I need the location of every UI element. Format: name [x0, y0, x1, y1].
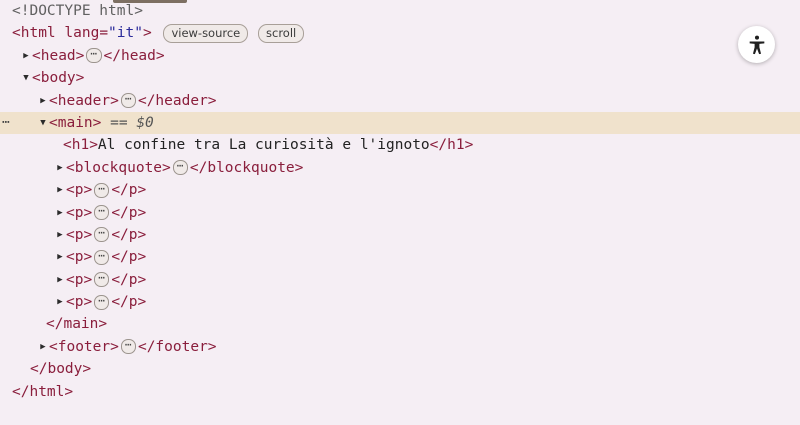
expanded-triangle-icon[interactable]: ▼ [37, 112, 49, 134]
p-open-tag: <p> [66, 182, 93, 199]
collapsed-triangle-icon[interactable]: ▶ [54, 269, 66, 291]
collapsed-triangle-icon[interactable]: ▶ [54, 246, 66, 268]
selection-eq: == [110, 114, 128, 131]
tree-row-html-close[interactable]: </html> [0, 381, 800, 403]
dom-tree: <!DOCTYPE html> <html lang="it"> view-so… [0, 0, 800, 403]
collapsed-triangle-icon[interactable]: ▶ [20, 45, 32, 67]
tree-row-body[interactable]: ▼ <body> [0, 67, 800, 89]
footer-open-tag: <footer> [49, 338, 119, 355]
html-close-tag: </html> [12, 383, 74, 400]
p-ellipsis-button[interactable]: ⋯ [94, 205, 110, 221]
body-open-tag: <body> [32, 70, 85, 87]
view-source-badge[interactable]: view-source [163, 23, 249, 43]
p-ellipsis-button[interactable]: ⋯ [94, 249, 110, 265]
h1-open-tag: <h1> [63, 137, 98, 154]
main-open-tag: <main> [49, 114, 102, 131]
collapsed-triangle-icon[interactable]: ▶ [54, 202, 66, 224]
collapsed-triangle-icon[interactable]: ▶ [54, 179, 66, 201]
head-close-tag: </head> [103, 47, 165, 64]
header-close-tag: </header> [137, 92, 217, 109]
tree-row-p[interactable]: ▶ <p> ⋯ </p> [0, 179, 800, 201]
tree-row-blockquote[interactable]: ▶ <blockquote> ⋯ </blockquote> [0, 157, 800, 179]
row-gutter-dots[interactable]: ⋯ [2, 112, 10, 134]
tree-row-h1[interactable]: <h1>Al confine tra La curiosità e l'igno… [0, 134, 800, 156]
tree-row-doctype[interactable]: <!DOCTYPE html> [0, 0, 800, 22]
p-open-tag: <p> [66, 226, 93, 243]
html-lang-value: "it" [108, 25, 143, 42]
html-lang-attr: lang [64, 25, 100, 42]
accessibility-icon [749, 35, 764, 54]
head-open-tag: <head> [32, 47, 85, 64]
footer-ellipsis-button[interactable]: ⋯ [120, 339, 136, 355]
scroll-badge[interactable]: scroll [258, 23, 305, 43]
p-close-tag: </p> [111, 226, 147, 243]
head-ellipsis-button[interactable]: ⋯ [86, 48, 102, 64]
tree-row-p[interactable]: ▶ <p> ⋯ </p> [0, 246, 800, 268]
p-ellipsis-button[interactable]: ⋯ [94, 182, 110, 198]
p-open-tag: <p> [66, 204, 93, 221]
tree-row-main-close[interactable]: </main> [0, 313, 800, 335]
h1-close-tag: </h1> [429, 137, 474, 154]
p-open-tag: <p> [66, 249, 93, 266]
p-close-tag: </p> [111, 249, 147, 266]
p-ellipsis-button[interactable]: ⋯ [94, 272, 110, 288]
tree-row-footer[interactable]: ▶ <footer> ⋯ </footer> [0, 336, 800, 358]
p-close-tag: </p> [111, 204, 147, 221]
blockquote-ellipsis-button[interactable]: ⋯ [172, 160, 188, 176]
html-close-bracket: > [142, 25, 152, 42]
tree-row-p[interactable]: ▶ <p> ⋯ </p> [0, 202, 800, 224]
tree-row-head[interactable]: ▶ <head> ⋯ </head> [0, 45, 800, 67]
header-open-tag: <header> [49, 92, 119, 109]
accessibility-button[interactable] [738, 26, 775, 63]
main-close-tag: </main> [46, 316, 108, 333]
blockquote-open-tag: <blockquote> [66, 159, 171, 176]
p-open-tag: <p> [66, 271, 93, 288]
body-close-tag: </body> [30, 361, 92, 378]
p-close-tag: </p> [111, 271, 147, 288]
footer-close-tag: </footer> [137, 338, 217, 355]
header-ellipsis-button[interactable]: ⋯ [120, 93, 136, 109]
p-close-tag: </p> [111, 294, 147, 311]
tree-row-body-close[interactable]: </body> [0, 358, 800, 380]
tree-row-html[interactable]: <html lang="it"> view-source scroll [0, 22, 800, 44]
h1-text: Al confine tra La curiosità e l'ignoto [97, 137, 430, 154]
tree-row-main-selected[interactable]: ⋯ ▼ <main> == $0 [0, 111, 800, 135]
tree-row-p[interactable]: ▶ <p> ⋯ </p> [0, 224, 800, 246]
collapsed-triangle-icon[interactable]: ▶ [37, 336, 49, 358]
p-close-tag: </p> [111, 182, 147, 199]
selection-var: $0 [136, 114, 154, 131]
collapsed-triangle-icon[interactable]: ▶ [37, 90, 49, 112]
doctype-text: <!DOCTYPE html> [12, 3, 143, 19]
p-open-tag: <p> [66, 294, 93, 311]
html-attr-eq: = [99, 25, 109, 42]
tree-row-header[interactable]: ▶ <header> ⋯ </header> [0, 90, 800, 112]
p-ellipsis-button[interactable]: ⋯ [94, 294, 110, 310]
expanded-triangle-icon[interactable]: ▼ [20, 67, 32, 89]
p-ellipsis-button[interactable]: ⋯ [94, 227, 110, 243]
tree-row-p[interactable]: ▶ <p> ⋯ </p> [0, 291, 800, 313]
collapsed-triangle-icon[interactable]: ▶ [54, 291, 66, 313]
blockquote-close-tag: </blockquote> [189, 159, 304, 176]
html-open-tag: <html [12, 25, 56, 42]
collapsed-triangle-icon[interactable]: ▶ [54, 224, 66, 246]
tree-row-p[interactable]: ▶ <p> ⋯ </p> [0, 269, 800, 291]
collapsed-triangle-icon[interactable]: ▶ [54, 157, 66, 179]
